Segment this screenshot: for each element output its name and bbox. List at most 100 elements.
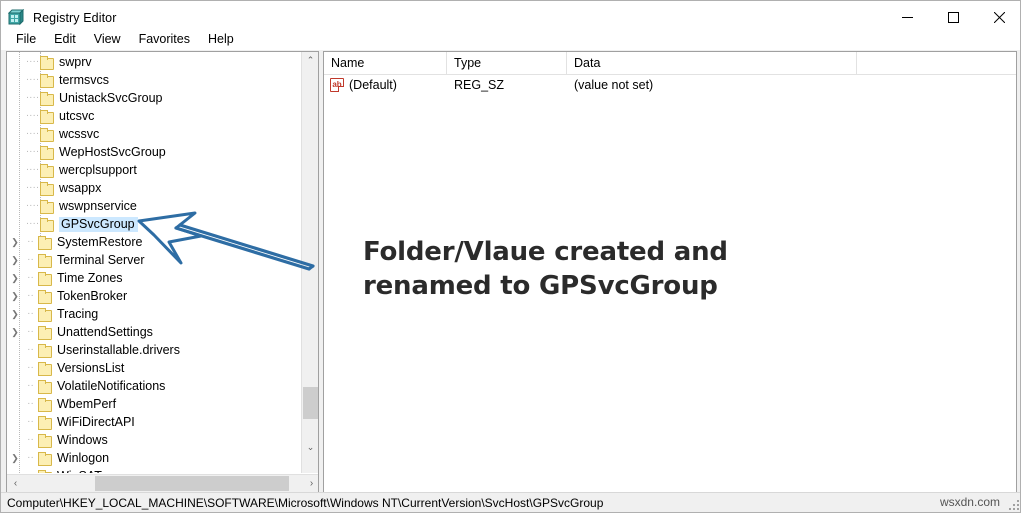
tree-item-winlogon[interactable]: ❯ ·· Winlogon bbox=[7, 449, 302, 467]
scroll-up-button[interactable]: ⌃ bbox=[302, 52, 318, 69]
tree-line-icon bbox=[7, 377, 23, 395]
folder-icon bbox=[38, 272, 52, 286]
tree-connector: ···· bbox=[25, 146, 40, 157]
tree-connector: ···· bbox=[25, 218, 40, 229]
string-value-icon: ab bbox=[330, 78, 344, 92]
folder-icon bbox=[38, 254, 52, 268]
menu-edit[interactable]: Edit bbox=[45, 30, 85, 49]
tree-item-label: wercplsupport bbox=[59, 162, 137, 177]
menu-bar: File Edit View Favorites Help bbox=[1, 29, 1020, 50]
column-header-filler bbox=[857, 52, 1016, 74]
chevron-right-icon[interactable]: ❯ bbox=[7, 449, 23, 467]
tree-item-winsat[interactable]: ·· WinSAT bbox=[7, 467, 302, 473]
scroll-left-button[interactable]: ‹ bbox=[7, 475, 24, 492]
tree-item-unistacksvcgroup[interactable]: ···· UnistackSvcGroup bbox=[7, 89, 302, 107]
tree-line-icon bbox=[7, 341, 23, 359]
folder-icon bbox=[40, 110, 54, 124]
folder-icon bbox=[40, 92, 54, 106]
tree-item-label: VersionsList bbox=[57, 360, 125, 375]
value-name: (Default) bbox=[349, 78, 397, 92]
tree-item-userinstallable-drivers[interactable]: ·· Userinstallable.drivers bbox=[7, 341, 302, 359]
tree-item-label: wcssvc bbox=[59, 126, 100, 141]
folder-icon bbox=[38, 290, 52, 304]
menu-file[interactable]: File bbox=[7, 30, 45, 49]
tree-connector: ···· bbox=[25, 92, 40, 103]
menu-help[interactable]: Help bbox=[199, 30, 243, 49]
registry-editor-window: Registry Editor File Edit View Favorites… bbox=[0, 0, 1021, 513]
folder-icon bbox=[38, 398, 52, 412]
tree-item-label: WinSAT bbox=[57, 469, 106, 474]
tree-item-volatilenotifications[interactable]: ·· VolatileNotifications bbox=[7, 377, 302, 395]
value-row-default[interactable]: ab (Default) REG_SZ (value not set) bbox=[324, 75, 1016, 95]
watermark: wsxdn.com bbox=[939, 495, 1000, 509]
tree-item-label: Time Zones bbox=[57, 270, 123, 285]
tree-item-windows[interactable]: ·· Windows bbox=[7, 431, 302, 449]
chevron-right-icon[interactable]: ❯ bbox=[7, 233, 23, 251]
tree-line-icon bbox=[7, 467, 23, 473]
folder-icon bbox=[38, 416, 52, 430]
chevron-right-icon[interactable]: ❯ bbox=[7, 305, 23, 323]
tree-connector: ·· bbox=[27, 434, 34, 445]
scroll-down-button[interactable]: ⌄ bbox=[302, 439, 318, 456]
folder-icon bbox=[40, 182, 54, 196]
tree-connector: ···· bbox=[25, 110, 40, 121]
annotation-arrow-icon bbox=[129, 201, 319, 281]
scroll-right-button[interactable]: › bbox=[303, 475, 318, 492]
tree-connector: ·· bbox=[27, 308, 34, 319]
status-bar: Computer\HKEY_LOCAL_MACHINE\SOFTWARE\Mic… bbox=[1, 492, 1020, 512]
column-header-data[interactable]: Data bbox=[567, 52, 857, 74]
tree-connector: ···· bbox=[25, 56, 40, 67]
tree-connector: ···· bbox=[25, 200, 40, 211]
vertical-scroll-thumb[interactable] bbox=[303, 387, 318, 419]
registry-editor-icon bbox=[7, 8, 25, 26]
tree-item-wcssvc[interactable]: ···· wcssvc bbox=[7, 125, 302, 143]
tree-horizontal-scrollbar[interactable]: ‹ › bbox=[7, 474, 318, 492]
tree-item-tracing[interactable]: ❯ ·· Tracing bbox=[7, 305, 302, 323]
column-header-name[interactable]: Name bbox=[324, 52, 447, 74]
tree-line-icon bbox=[7, 359, 23, 377]
tree-item-label: wsappx bbox=[59, 180, 102, 195]
tree-item-wercplsupport[interactable]: ···· wercplsupport bbox=[7, 161, 302, 179]
tree-connector: ·· bbox=[27, 344, 34, 355]
folder-icon bbox=[38, 452, 52, 466]
tree-connector: ···· bbox=[25, 182, 40, 193]
tree-connector: ·· bbox=[27, 272, 34, 283]
tree-connector: ·· bbox=[27, 290, 34, 301]
chevron-right-icon[interactable]: ❯ bbox=[7, 269, 23, 287]
tree-line-icon bbox=[7, 431, 23, 449]
tree-connector: ·· bbox=[27, 416, 34, 427]
tree-item-wifidirectapi[interactable]: ·· WiFiDirectAPI bbox=[7, 413, 302, 431]
tree-connector: ·· bbox=[27, 398, 34, 409]
tree-item-versionslist[interactable]: ·· VersionsList bbox=[7, 359, 302, 377]
menu-view[interactable]: View bbox=[85, 30, 130, 49]
value-type: REG_SZ bbox=[454, 78, 505, 92]
horizontal-scroll-thumb[interactable] bbox=[95, 476, 289, 491]
tree-item-label: VolatileNotifications bbox=[57, 378, 166, 393]
folder-icon bbox=[38, 236, 52, 250]
tree-item-termsvcs[interactable]: ···· termsvcs bbox=[7, 71, 302, 89]
tree-item-label: Winlogon bbox=[57, 450, 110, 465]
values-column-header: Name Type Data bbox=[324, 52, 1016, 75]
chevron-right-icon[interactable]: ❯ bbox=[7, 251, 23, 269]
chevron-right-icon[interactable]: ❯ bbox=[7, 323, 23, 341]
tree-connector: ·· bbox=[27, 254, 34, 265]
tree-item-wbemperf[interactable]: ·· WbemPerf bbox=[7, 395, 302, 413]
folder-icon bbox=[40, 74, 54, 88]
tree-item-unattendsettings[interactable]: ❯ ·· UnattendSettings bbox=[7, 323, 302, 341]
folder-icon bbox=[38, 380, 52, 394]
tree-item-label: UnistackSvcGroup bbox=[59, 90, 163, 105]
tree-item-tokenbroker[interactable]: ❯ ·· TokenBroker bbox=[7, 287, 302, 305]
menu-favorites[interactable]: Favorites bbox=[130, 30, 199, 49]
annotation-line-2: renamed to GPSvcGroup bbox=[363, 271, 718, 301]
tree-connector: ·· bbox=[27, 380, 34, 391]
folder-icon bbox=[40, 56, 54, 70]
tree-item-label: WiFiDirectAPI bbox=[57, 414, 135, 429]
tree-connector: ···· bbox=[25, 74, 40, 85]
column-header-type[interactable]: Type bbox=[447, 52, 567, 74]
chevron-right-icon[interactable]: ❯ bbox=[7, 287, 23, 305]
tree-item-swprv[interactable]: ···· swprv bbox=[7, 53, 302, 71]
resize-grip[interactable] bbox=[1007, 498, 1019, 510]
tree-item-wsappx[interactable]: ···· wsappx bbox=[7, 179, 302, 197]
tree-item-utcsvc[interactable]: ···· utcsvc bbox=[7, 107, 302, 125]
tree-item-wephostsvcgroup[interactable]: ···· WepHostSvcGroup bbox=[7, 143, 302, 161]
